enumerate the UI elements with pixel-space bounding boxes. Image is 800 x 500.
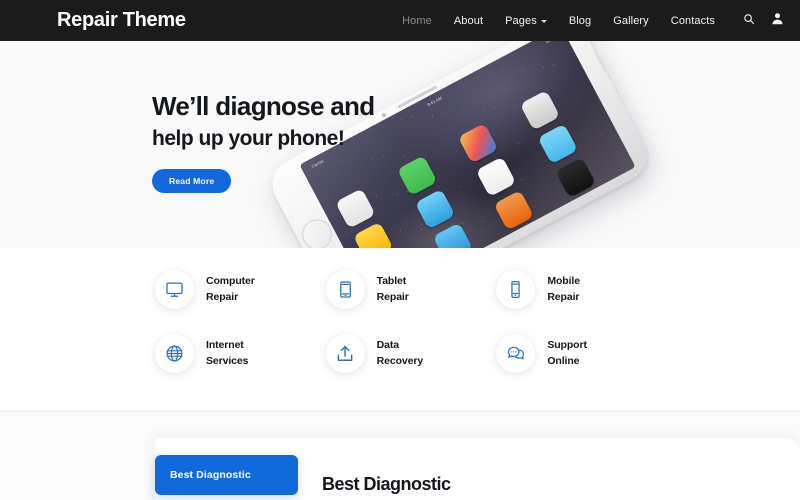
best-diagnostic-tab[interactable]: Best Diagnostic <box>155 455 298 495</box>
nav-item-label: Contacts <box>670 14 715 27</box>
service-label-line1: Tablet <box>376 275 407 288</box>
service-label-line1: Data <box>376 339 400 352</box>
service-label: Tablet Repair <box>377 274 409 304</box>
service-label: Data Recovery <box>376 338 424 368</box>
nav-item-contacts[interactable]: Contacts <box>671 15 715 27</box>
upload-icon <box>325 334 365 373</box>
service-label-line2: Repair <box>206 290 239 303</box>
service-item-tablet-repair[interactable]: Tablet Repair <box>325 270 497 309</box>
hero-headline-line1: We’ll diagnose and <box>152 91 375 121</box>
phone-camera-icon <box>381 112 387 118</box>
service-label-line1: Internet <box>206 339 244 352</box>
nav-item-label: Home <box>402 14 432 27</box>
service-item-data-recovery[interactable]: Data Recovery <box>325 334 497 373</box>
nav-item-blog[interactable]: Blog <box>569 15 591 27</box>
monitor-icon <box>155 270 194 309</box>
tablet-icon <box>325 270 365 309</box>
nav-item-gallery[interactable]: Gallery <box>613 15 649 27</box>
site-header: Repair Theme Home About Pages Blog Galle… <box>0 0 800 41</box>
services-section: Computer Repair Tablet Repair Mobile Rep… <box>0 248 800 412</box>
service-label-line2: Repair <box>376 290 409 303</box>
nav-item-label: Gallery <box>613 14 649 27</box>
hero-section: Carrier 9:41 AM 100% We’ll diagnose and … <box>0 41 800 248</box>
service-label-line2: Repair <box>547 290 580 303</box>
service-label-line1: Support <box>547 339 587 352</box>
service-item-computer-repair[interactable]: Computer Repair <box>155 270 326 309</box>
services-grid: Computer Repair Tablet Repair Mobile Rep… <box>155 270 667 373</box>
phone-side-button <box>592 47 607 72</box>
service-label-line2: Services <box>206 354 249 367</box>
service-label-line2: Online <box>547 354 580 367</box>
service-label-line1: Computer <box>206 275 255 288</box>
header-icon-group <box>743 12 784 30</box>
hero-content: We’ll diagnose and help up your phone! R… <box>152 91 375 194</box>
best-diagnostic-title: Best Diagnostic <box>322 474 451 494</box>
chevron-down-icon <box>540 20 547 23</box>
user-account-icon[interactable] <box>771 12 784 30</box>
mobile-icon <box>496 270 536 309</box>
service-item-internet-services[interactable]: Internet Services <box>155 334 326 373</box>
chat-icon <box>496 334 536 373</box>
globe-icon <box>155 334 194 373</box>
nav-item-label: Pages <box>505 14 537 27</box>
nav-item-home[interactable]: Home <box>402 15 432 27</box>
nav-item-pages[interactable]: Pages <box>505 15 547 27</box>
service-label: Computer Repair <box>206 274 255 304</box>
main-navigation: Home About Pages Blog Gallery Contacts <box>402 12 784 30</box>
site-logo[interactable]: Repair Theme <box>57 9 186 32</box>
nav-item-label: About <box>453 14 484 27</box>
nav-item-label: Blog <box>568 14 592 27</box>
service-item-support-online[interactable]: Support Online <box>496 334 667 373</box>
best-diagnostic-tab-label: Best Diagnostic <box>170 469 251 481</box>
service-label: Internet Services <box>206 338 249 368</box>
hero-headline-line2: help up your phone! <box>152 127 345 151</box>
read-more-button[interactable]: Read More <box>152 169 232 194</box>
service-label-line1: Mobile <box>547 275 580 288</box>
nav-item-about[interactable]: About <box>454 15 483 27</box>
service-label: Support Online <box>547 338 587 368</box>
service-label-line2: Recovery <box>376 354 424 367</box>
search-icon[interactable] <box>743 12 755 30</box>
service-item-mobile-repair[interactable]: Mobile Repair <box>496 270 667 309</box>
service-label: Mobile Repair <box>547 274 580 304</box>
